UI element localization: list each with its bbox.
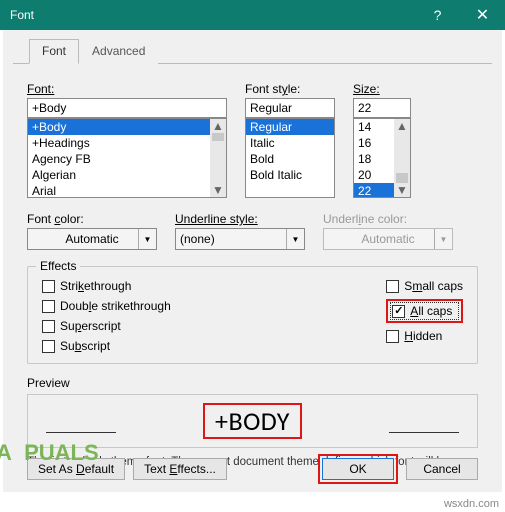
chevron-down-icon: ▼ <box>286 229 304 249</box>
dialog-body: Font Advanced Font: +Body +Headings Agen… <box>3 30 502 492</box>
font-color-label: Font color: <box>27 212 157 226</box>
all-caps-checkbox[interactable]: All caps <box>390 302 459 320</box>
preview-text: +BODY <box>215 405 290 437</box>
style-label: Font style: <box>245 82 335 96</box>
ok-button[interactable]: OK <box>322 458 394 480</box>
list-item[interactable]: Italic <box>246 135 334 151</box>
tab-font[interactable]: Font <box>29 39 79 64</box>
list-item[interactable]: Arial <box>28 183 226 198</box>
list-item[interactable]: +Headings <box>28 135 226 151</box>
font-label: Font: <box>27 82 227 96</box>
list-item[interactable]: Agency FB <box>28 151 226 167</box>
superscript-checkbox[interactable]: Superscript <box>42 319 386 333</box>
preview-line <box>389 432 459 433</box>
font-size-input[interactable] <box>353 98 411 118</box>
titlebar: Font ? ✕ <box>0 0 505 30</box>
list-item[interactable]: Bold <box>246 151 334 167</box>
strikethrough-checkbox[interactable]: Strikethrough <box>42 279 386 293</box>
dialog-title: Font <box>0 8 415 22</box>
highlight-preview: +BODY <box>203 403 302 439</box>
underline-color-combo: Automatic▼ <box>323 228 453 250</box>
tab-font-panel: Font: +Body +Headings Agency FB Algerian… <box>3 64 502 490</box>
scrollbar[interactable]: ▲▼ <box>394 119 410 197</box>
effects-group: Effects Strikethrough Double strikethrou… <box>27 266 478 364</box>
subscript-checkbox[interactable]: Subscript <box>42 339 386 353</box>
tab-strip: Font Advanced <box>13 30 492 64</box>
preview-label: Preview <box>27 376 478 390</box>
highlight-ok: OK <box>318 454 398 484</box>
list-item[interactable]: Algerian <box>28 167 226 183</box>
font-color-combo[interactable]: Automatic▼ <box>27 228 157 250</box>
highlight-all-caps: All caps <box>386 299 463 323</box>
text-effects-button[interactable]: Text Effects... <box>133 458 227 480</box>
underline-color-label: Underline color: <box>323 212 453 226</box>
help-button[interactable]: ? <box>415 0 460 30</box>
list-item[interactable]: Regular <box>246 119 334 135</box>
font-size-listbox[interactable]: 14 16 18 20 22 ▲▼ <box>353 118 411 198</box>
effects-legend: Effects <box>36 259 80 273</box>
preview-line <box>46 432 116 433</box>
underline-style-label: Underline style: <box>175 212 305 226</box>
font-row: Font: +Body +Headings Agency FB Algerian… <box>27 82 478 198</box>
small-caps-checkbox[interactable]: Small caps <box>386 279 463 293</box>
chevron-down-icon: ▼ <box>138 229 156 249</box>
preview-box: +BODY <box>27 394 478 448</box>
double-strikethrough-checkbox[interactable]: Double strikethrough <box>42 299 386 313</box>
list-item[interactable]: Bold Italic <box>246 167 334 183</box>
underline-style-combo[interactable]: (none)▼ <box>175 228 305 250</box>
set-default-button[interactable]: Set As Default <box>27 458 125 480</box>
hidden-checkbox[interactable]: Hidden <box>386 329 463 343</box>
scrollbar[interactable]: ▲▼ <box>210 119 226 197</box>
font-listbox[interactable]: +Body +Headings Agency FB Algerian Arial… <box>27 118 227 198</box>
chevron-down-icon: ▼ <box>434 229 452 249</box>
list-item[interactable]: +Body <box>28 119 226 135</box>
tab-advanced[interactable]: Advanced <box>79 39 158 64</box>
cancel-button[interactable]: Cancel <box>406 458 478 480</box>
font-style-listbox[interactable]: Regular Italic Bold Bold Italic <box>245 118 335 198</box>
font-style-input[interactable] <box>245 98 335 118</box>
color-row: Font color: Automatic▼ Underline style: … <box>27 212 478 250</box>
watermark: wsxdn.com <box>444 498 499 510</box>
font-name-input[interactable] <box>27 98 227 118</box>
size-label: Size: <box>353 82 411 96</box>
dialog-buttons: Set As Default Text Effects... OK Cancel <box>27 454 478 484</box>
close-button[interactable]: ✕ <box>460 0 505 30</box>
